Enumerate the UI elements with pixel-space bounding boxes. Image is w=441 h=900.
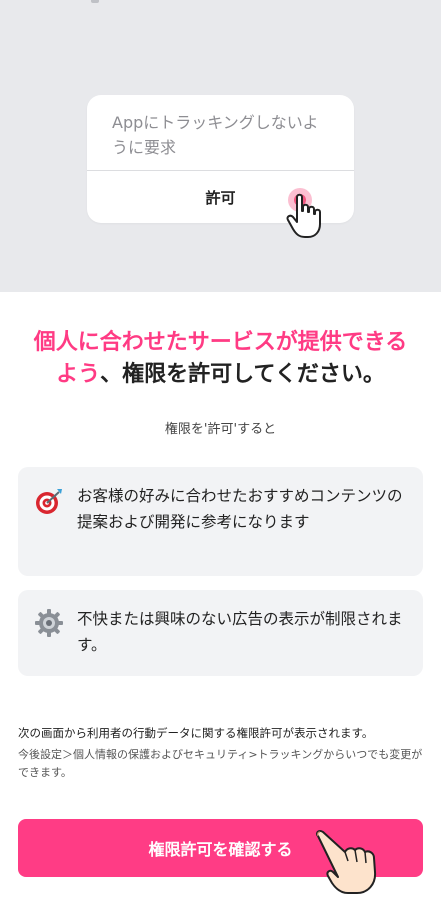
headline-highlight: 個人に合わせたサービスが提供できる [33, 330, 408, 355]
status-stub [91, 0, 99, 3]
gear-icon [35, 609, 63, 637]
benefits-subheading: 権限を'許可'すると [164, 422, 277, 437]
settings-hint-text: 今後設定＞個人情報の保護およびセキュリティ>トラッキングからいつでも変更ができま… [18, 748, 423, 779]
headline-text: 、権限を許可してください。 [100, 362, 385, 387]
page-title: 個人に合わせたサービスが提供できる よう、権限を許可してください。 [0, 327, 441, 391]
dialog-message: Appにトラッキングしないように要求 [112, 113, 319, 157]
benefit-text-ads: 不快または興味のない広告の表示が制限されます。 [77, 610, 403, 654]
benefit-text-recommendations: お客様の好みに合わせたおすすめコンテンツの提案および開発に参考になります [77, 487, 403, 531]
target-icon [36, 489, 62, 514]
tracking-preview-area: Appにトラッキングしないように要求 許可 [0, 0, 441, 292]
benefit-card-ads: 不快または興味のない広告の表示が制限されます。 [18, 590, 423, 676]
headline-highlight-2: よう [56, 362, 101, 387]
notice-text: 次の画面から利用者の行動データに関する権限許可が表示されます。 [18, 726, 374, 740]
pointing-hand-icon [286, 193, 321, 238]
benefit-card-recommendations: お客様の好みに合わせたおすすめコンテンツの提案および開発に参考になります [18, 467, 423, 576]
tapping-hand-icon [315, 829, 377, 894]
